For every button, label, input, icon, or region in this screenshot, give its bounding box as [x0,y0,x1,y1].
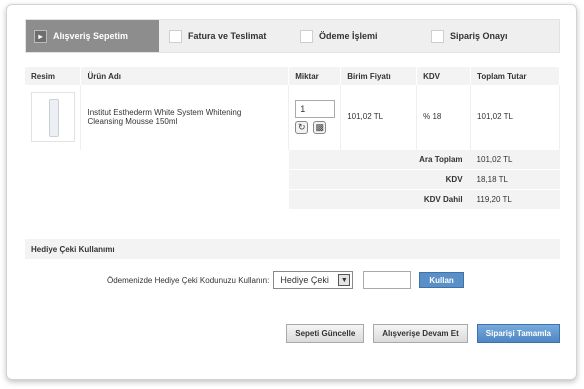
step-checkbox-icon [300,29,313,43]
col-header-kdv: KDV [416,67,472,85]
summary-row-kdv: KDV 18,18 TL [25,168,560,189]
cart-content: ▸ Alışveriş Sepetim Fatura ve Teslimat Ö… [25,19,560,343]
step-billing-label: Fatura ve Teslimat [188,31,267,41]
continue-shopping-button[interactable]: Alışverişe Devam Et [373,324,468,343]
step-checkbox-icon [431,29,444,43]
col-header-product: Ürün Adı [80,67,290,85]
summary-label: KDV [288,168,471,189]
cart-panel: ▸ Alışveriş Sepetim Fatura ve Teslimat Ö… [6,4,577,380]
chevron-right-icon: ▸ [34,29,47,43]
col-header-quantity: Miktar [288,67,342,85]
table-row: Institut Esthederm White System Whitenin… [25,85,560,149]
col-header-unit-price: Birim Fiyatı [340,67,418,85]
col-header-total: Toplam Tutar [470,67,560,85]
col-header-image: Resim [25,67,82,85]
chevron-down-icon: ▼ [338,274,351,286]
step-payment-label: Ödeme İşlemi [319,31,378,41]
step-checkbox-icon [169,29,182,43]
cart-actions: Sepeti Güncelle Alışverişe Devam Et Sipa… [286,324,560,343]
summary-value: 18,18 TL [470,168,560,189]
unit-price: 101,02 TL [340,85,418,149]
update-cart-button[interactable]: Sepeti Güncelle [286,324,365,343]
step-cart-label: Alışveriş Sepetim [53,31,129,41]
gift-select-value: Hediye Çeki [280,275,329,285]
gift-type-select[interactable]: Hediye Çeki ▼ [273,271,354,289]
step-payment[interactable]: Ödeme İşlemi [292,20,425,52]
summary-label: Ara Toplam [288,148,471,169]
summary-value: 101,02 TL [470,148,560,169]
kdv-rate: % 18 [416,85,472,149]
summary-label: KDV Dahil [288,188,471,209]
product-image[interactable] [31,91,75,142]
complete-order-button[interactable]: Siparişi Tamamla [476,324,560,343]
apply-gift-button[interactable]: Kullan [419,272,464,288]
cart-table: Resim Ürün Adı Miktar Birim Fiyatı KDV T… [25,67,560,209]
refresh-icon[interactable]: ↻ [295,120,309,134]
summary-row-subtotal: Ara Toplam 101,02 TL [25,148,560,169]
summary-value: 119,20 TL [470,188,560,209]
summary-row-total: KDV Dahil 119,20 TL [25,188,560,209]
checkout-steps: ▸ Alışveriş Sepetim Fatura ve Teslimat Ö… [25,19,560,53]
bottle-icon [49,98,59,137]
gift-code-row: Ödemenizde Hediye Çeki Kodunuzu Kullanın… [25,265,560,295]
gift-code-input[interactable] [363,271,412,289]
table-header-row: Resim Ürün Adı Miktar Birim Fiyatı KDV T… [25,67,560,85]
step-confirmation-label: Sipariş Onayı [450,31,508,41]
trash-icon[interactable]: ▩ [313,120,327,134]
product-name[interactable]: Institut Esthederm White System Whitenin… [80,85,290,149]
line-total: 101,02 TL [470,85,560,149]
gift-prompt: Ödemenizde Hediye Çeki Kodunuzu Kullanın… [107,275,270,285]
step-cart[interactable]: ▸ Alışveriş Sepetim [26,20,159,52]
quantity-input[interactable]: 1 [295,99,336,118]
step-billing[interactable]: Fatura ve Teslimat [159,20,292,52]
step-confirmation[interactable]: Sipariş Onayı [425,20,508,52]
gift-section-title: Hediye Çeki Kullanımı [25,239,560,259]
